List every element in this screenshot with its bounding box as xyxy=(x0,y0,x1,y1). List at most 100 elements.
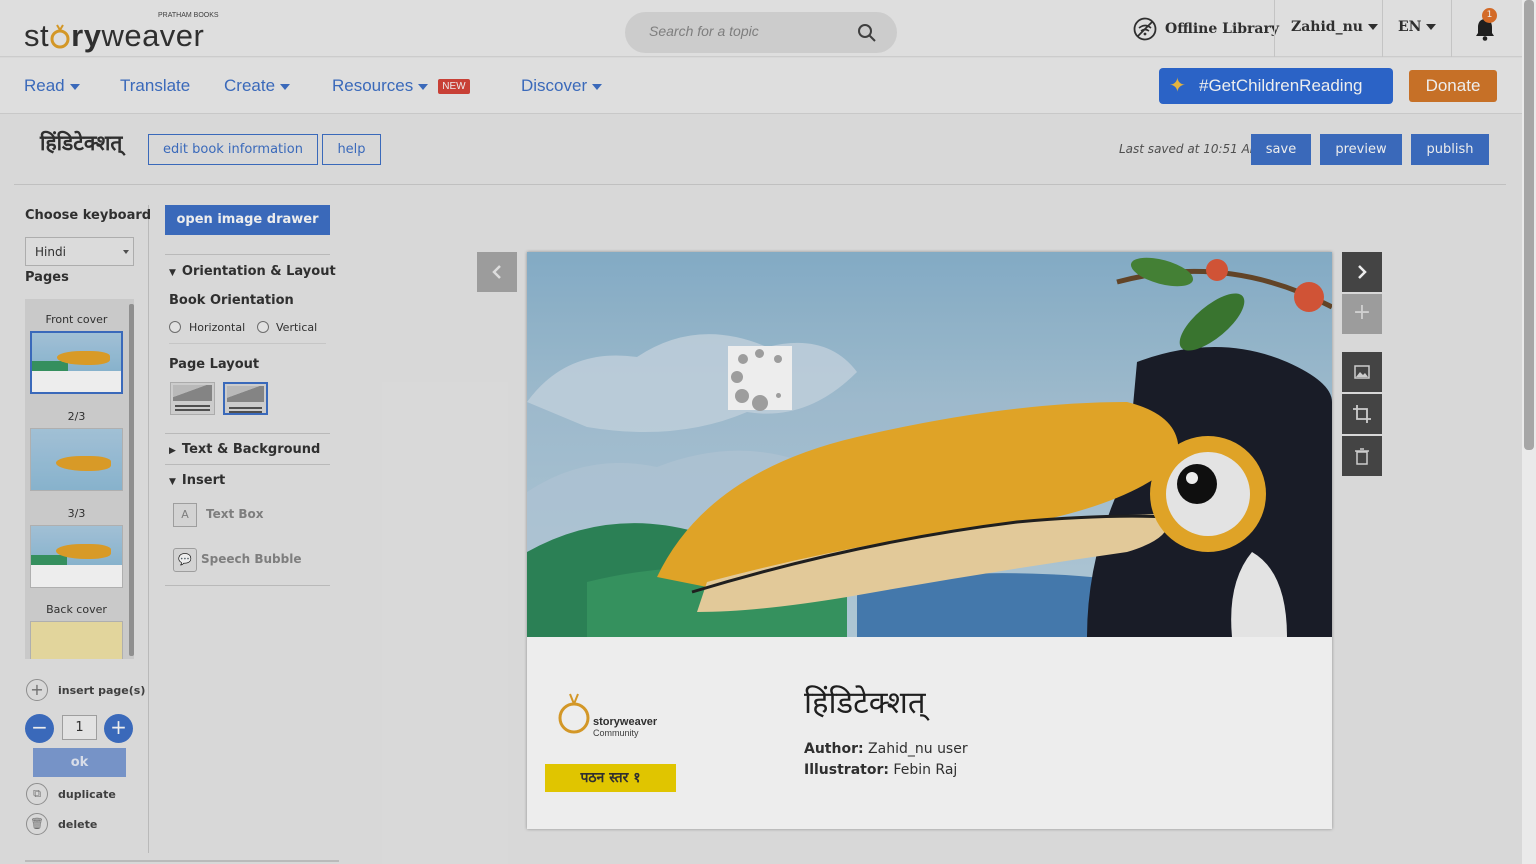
help-button[interactable]: help xyxy=(322,134,381,165)
donate-button[interactable]: Donate xyxy=(1409,70,1497,102)
save-button[interactable]: save xyxy=(1251,134,1311,165)
duplicate-link[interactable]: duplicate xyxy=(58,788,116,801)
page-quantity-input[interactable]: 1 xyxy=(62,715,97,740)
spinner-dot xyxy=(774,355,782,363)
nav-create[interactable]: Create xyxy=(224,76,291,96)
next-page-button[interactable] xyxy=(1342,252,1382,292)
cover-title[interactable]: हिंडिटेक्शत् xyxy=(804,681,926,723)
choose-keyboard-label: Choose keyboard xyxy=(25,208,152,223)
sparkle-icon: ✦ xyxy=(1169,75,1186,97)
spinner-dot xyxy=(752,395,768,411)
spinner-dot xyxy=(735,389,749,403)
horizontal-radio[interactable] xyxy=(169,321,181,333)
insert-pages-link[interactable]: insert page(s) xyxy=(58,684,145,697)
cover-illustration[interactable] xyxy=(527,252,1332,637)
text-box-label[interactable]: Text Box xyxy=(206,507,264,521)
delete-link[interactable]: delete xyxy=(58,818,97,831)
plus-icon[interactable]: + xyxy=(26,679,48,701)
storyweaver-logo[interactable]: st ryweaver PRATHAM BOOKS xyxy=(24,8,224,53)
user-menu[interactable]: Zahid_nu xyxy=(1291,19,1378,35)
search-input[interactable]: Search for a topic xyxy=(649,23,759,39)
thumb-grass xyxy=(32,361,68,371)
user-name: Zahid_nu xyxy=(1291,19,1363,35)
preview-button[interactable]: preview xyxy=(1320,134,1402,165)
crop-icon xyxy=(1353,405,1371,423)
page-thumbnail-back-cover[interactable] xyxy=(30,621,123,659)
new-badge: NEW xyxy=(438,79,470,95)
duplicate-icon[interactable]: ⧉ xyxy=(26,783,48,805)
text-background-toggle[interactable]: ▶ Text & Background xyxy=(169,442,320,457)
change-image-button[interactable] xyxy=(1342,352,1382,392)
page-thumbnail-3[interactable] xyxy=(30,525,123,588)
header-divider xyxy=(1451,0,1452,57)
vertical-radio[interactable] xyxy=(257,321,269,333)
text-box-icon[interactable]: A xyxy=(173,503,197,527)
edit-book-info-button[interactable]: edit book information xyxy=(148,134,318,165)
crop-image-button[interactable] xyxy=(1342,394,1382,434)
book-orientation-label: Book Orientation xyxy=(169,293,294,308)
layout-line xyxy=(229,411,262,413)
nav-resources[interactable]: Resources NEW xyxy=(332,76,470,96)
layout-line xyxy=(229,407,262,409)
nav-discover[interactable]: Discover xyxy=(521,76,603,96)
illustrator-name: Febin Raj xyxy=(893,762,958,778)
hornbill-illustration xyxy=(527,257,1332,637)
divider xyxy=(148,205,149,853)
page-thumbnail-front-cover[interactable] xyxy=(30,331,123,394)
page-layout-label: Page Layout xyxy=(169,357,260,372)
header-divider xyxy=(1382,0,1383,57)
logo-publisher: PRATHAM BOOKS xyxy=(158,12,219,19)
publish-button[interactable]: publish xyxy=(1411,134,1489,165)
offline-library-link[interactable]: Offline Library xyxy=(1133,16,1279,42)
delete-image-button[interactable] xyxy=(1342,436,1382,476)
language-code: EN xyxy=(1398,19,1422,35)
insert-label: Insert xyxy=(181,473,226,488)
increment-button[interactable]: + xyxy=(104,714,133,743)
divider xyxy=(165,464,330,465)
logo-text-ry: ry xyxy=(71,18,102,53)
previous-page-button[interactable] xyxy=(477,252,517,292)
text-background-label: Text & Background xyxy=(181,442,321,457)
layout-line xyxy=(175,405,210,407)
keyboard-select[interactable]: Hindi xyxy=(25,237,134,266)
page-label: 3/3 xyxy=(67,507,86,520)
nav-translate[interactable]: Translate xyxy=(120,76,190,96)
layout-option-image-text[interactable] xyxy=(223,382,268,415)
page-list-scrollbar[interactable] xyxy=(129,304,134,656)
nav-resources-label: Resources xyxy=(332,76,414,95)
ok-button[interactable]: ok xyxy=(33,748,126,777)
chevron-down-icon xyxy=(280,83,291,90)
page-label: 2/3 xyxy=(67,410,86,423)
speech-bubble-label[interactable]: Speech Bubble xyxy=(201,552,301,566)
decrement-button[interactable]: − xyxy=(25,714,54,743)
orientation-layout-toggle[interactable]: ▼ Orientation & Layout xyxy=(169,264,336,279)
image-icon xyxy=(1354,365,1370,379)
language-menu[interactable]: EN xyxy=(1398,19,1437,35)
thumb-beak xyxy=(56,350,111,365)
get-children-reading-button[interactable]: ✦ #GetChildrenReading xyxy=(1159,68,1393,104)
speech-bubble-icon[interactable]: 💬 xyxy=(173,548,197,572)
divider xyxy=(169,343,326,344)
page-list: Front cover 2/3 3/3 Back cover xyxy=(25,299,134,659)
trash-icon[interactable]: 🗑 xyxy=(26,813,48,835)
chevron-down-icon xyxy=(1426,24,1437,30)
chevron-down-icon xyxy=(418,83,429,90)
search-bar[interactable]: Search for a topic xyxy=(625,12,897,53)
caret-down-icon: ▼ xyxy=(169,268,176,278)
vertical-label: Vertical xyxy=(276,321,318,334)
search-icon[interactable] xyxy=(857,23,877,43)
page-scrollbar-thumb[interactable] xyxy=(1524,0,1534,450)
loading-spinner xyxy=(728,346,792,411)
divider xyxy=(165,433,330,434)
insert-toggle[interactable]: ▼ Insert xyxy=(169,473,225,488)
chevron-down-icon xyxy=(123,250,129,254)
open-image-drawer-button[interactable]: open image drawer xyxy=(165,205,330,235)
offline-library-label: Offline Library xyxy=(1165,21,1280,37)
page-thumbnail-2[interactable] xyxy=(30,428,123,491)
campaign-label: #GetChildrenReading xyxy=(1199,76,1363,95)
add-page-button[interactable]: + xyxy=(1342,294,1382,334)
layout-option-image-top[interactable] xyxy=(170,382,215,415)
notifications-button[interactable]: 1 xyxy=(1474,8,1497,42)
plus-icon: + xyxy=(1352,300,1372,325)
nav-read[interactable]: Read xyxy=(24,76,80,96)
